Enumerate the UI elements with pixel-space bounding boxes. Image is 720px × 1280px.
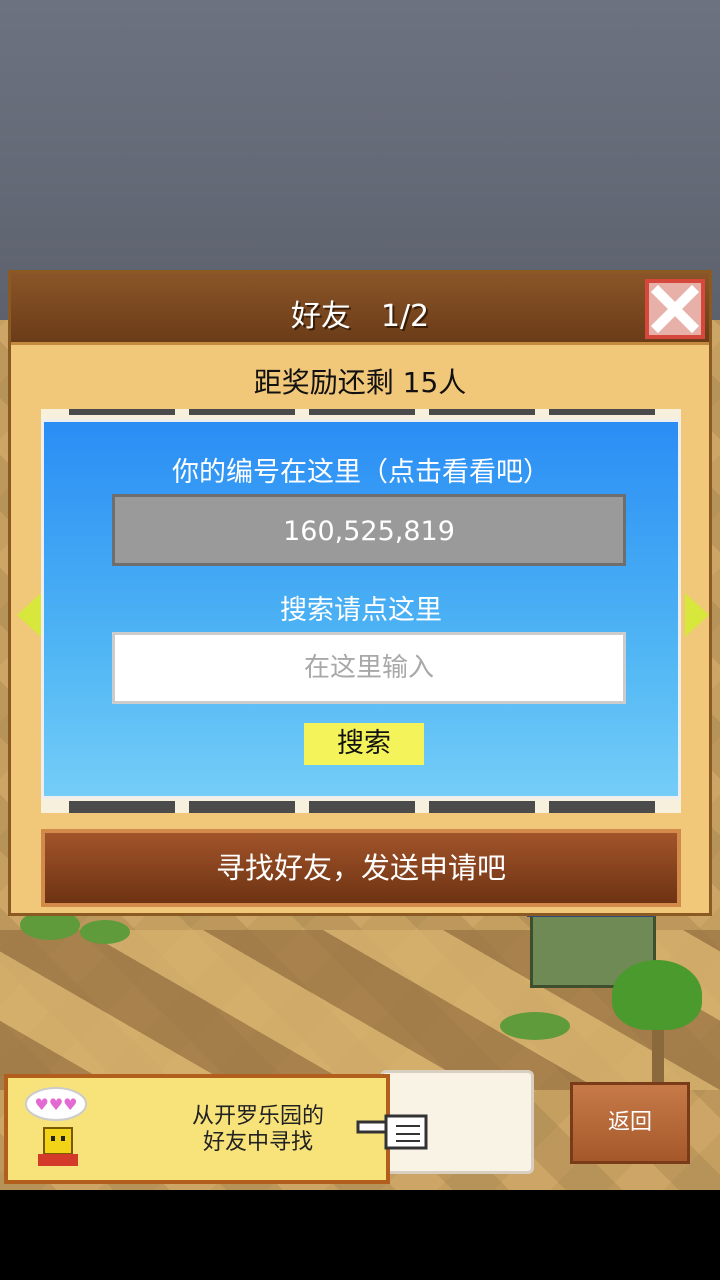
svg-text:♥♥♥: ♥♥♥ <box>34 1095 77 1114</box>
cairo-character-icon: ♥♥♥ <box>22 1084 102 1174</box>
cairo-friends-button[interactable]: ♥♥♥ 从开罗乐园的 好友中寻找 <box>4 1074 390 1184</box>
friend-slot <box>309 801 415 813</box>
cairo-friends-label: 从开罗乐园的 好友中寻找 <box>158 1104 358 1156</box>
bush <box>80 920 130 944</box>
friend-slot <box>429 409 535 415</box>
player-id-box[interactable]: 160,525,819 <box>112 494 626 566</box>
bush <box>500 1012 570 1040</box>
friend-slot <box>69 409 175 415</box>
dialog-header: 好友 1/2 <box>11 273 709 345</box>
friend-slot <box>549 409 655 415</box>
friends-dialog: 好友 1/2 距奖励还剩 15人 你的编号在这里（点击看看吧） 160,525,… <box>8 270 712 916</box>
id-label: 你的编号在这里（点击看看吧） <box>172 457 550 488</box>
back-button[interactable]: 返回 <box>570 1082 690 1164</box>
cairo-friends-line2: 好友中寻找 <box>202 1130 313 1155</box>
arrow-right-icon[interactable] <box>685 593 709 637</box>
friend-slot <box>189 409 295 415</box>
search-input[interactable] <box>112 632 626 704</box>
friend-slot <box>189 801 295 813</box>
reward-remaining-text: 距奖励还剩 15人 <box>253 366 467 399</box>
friend-slot <box>69 801 175 813</box>
close-button[interactable] <box>645 279 705 339</box>
pointing-hand-icon <box>356 1114 428 1150</box>
cairo-friends-line1: 从开罗乐园的 <box>191 1104 324 1129</box>
close-icon <box>650 284 700 334</box>
friend-slots-bottom <box>41 799 681 813</box>
dialog-title: 好友 1/2 <box>290 299 430 334</box>
friend-slot <box>429 801 535 813</box>
friend-slot <box>309 409 415 415</box>
palm-tree-leaves <box>612 960 702 1030</box>
arrow-left-icon[interactable] <box>17 593 41 637</box>
search-panel: 你的编号在这里（点击看看吧） 160,525,819 搜索请点这里 搜索 <box>41 419 681 799</box>
friend-slot <box>549 801 655 813</box>
player-id-value: 160,525,819 <box>283 516 455 547</box>
find-friends-button[interactable]: 寻找好友，发送申请吧 <box>41 829 681 907</box>
search-button[interactable]: 搜索 <box>304 723 424 765</box>
search-label: 搜索请点这里 <box>280 595 442 626</box>
